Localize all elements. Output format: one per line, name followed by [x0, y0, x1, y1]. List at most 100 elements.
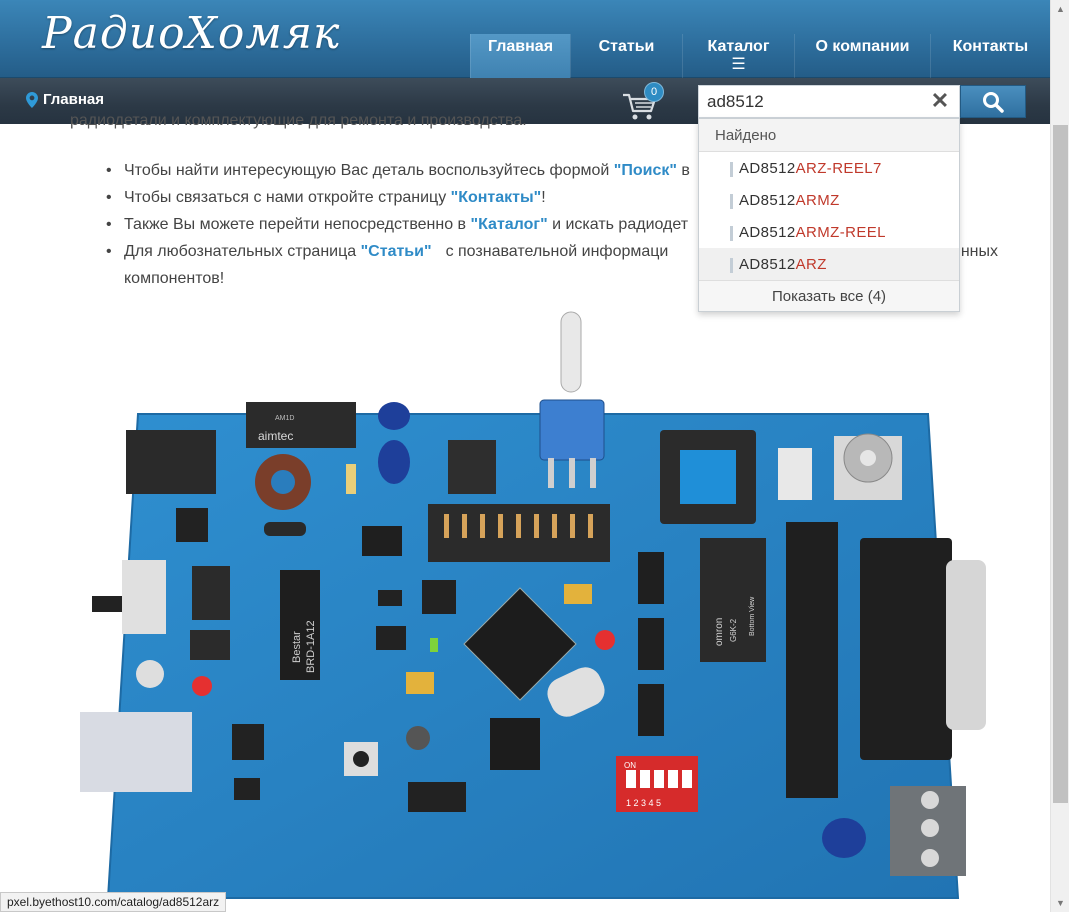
vertical-scrollbar[interactable]: ▲ ▼	[1050, 0, 1069, 912]
capacitor	[378, 402, 410, 430]
soic-chip	[192, 566, 230, 620]
aimtec-label: aimtec	[258, 429, 293, 443]
match-rest: ARZ	[795, 256, 827, 273]
scroll-up-arrow-icon[interactable]: ▲	[1051, 0, 1069, 18]
transistor	[176, 508, 208, 542]
list-text: и искать радиодет	[547, 216, 689, 233]
capacitor	[822, 818, 866, 858]
nav-item-about[interactable]: О компании	[794, 34, 930, 78]
rj-connector	[80, 712, 192, 792]
aimtec-sub-label: AM1D	[275, 415, 294, 422]
match-prefix: AD8512	[739, 160, 796, 177]
item-marker	[730, 194, 733, 209]
smd-chip	[378, 590, 402, 606]
suggestion-item[interactable]: AD8512ARZ	[699, 248, 959, 280]
toggle-switch	[539, 399, 605, 461]
contacts-link[interactable]: "Контакты"	[451, 189, 542, 206]
cart-button[interactable]: 0	[622, 82, 666, 120]
list-text: в	[676, 162, 690, 179]
led-red	[595, 630, 615, 650]
smd-chip	[422, 580, 456, 614]
resistor	[346, 464, 356, 494]
nav-item-articles[interactable]: Статьи	[570, 34, 682, 78]
nav-item-contacts[interactable]: Контакты	[930, 34, 1050, 78]
trimmer	[136, 660, 164, 688]
nav-label: О компании	[815, 38, 910, 55]
bottom-view-label: Bottom View	[749, 596, 756, 636]
show-all-button[interactable]: Показать все (4)	[699, 280, 959, 311]
omron-label: omron	[714, 618, 725, 646]
match-prefix: AD8512	[739, 192, 796, 209]
suggestion-item[interactable]: AD8512ARMZ	[699, 184, 959, 216]
search-button[interactable]	[960, 85, 1026, 118]
catalog-link[interactable]: "Каталог"	[471, 216, 548, 233]
match-prefix: AD8512	[739, 256, 796, 273]
search-link[interactable]: "Поиск"	[614, 162, 677, 179]
dc-jack	[126, 430, 216, 494]
scroll-down-arrow-icon[interactable]: ▼	[1051, 894, 1069, 912]
main-nav: Главная Статьи Каталог ☰ О компании Конта…	[470, 34, 1050, 78]
match-rest: ARZ-REEL7	[795, 160, 882, 177]
nav-label: Контакты	[952, 38, 1029, 55]
soic-chip	[638, 552, 664, 604]
search-icon	[983, 91, 1004, 113]
smd-chip	[362, 526, 402, 556]
list-text: с познавательной информаци	[445, 243, 669, 260]
search-suggestions: Найдено AD8512ARZ-REEL7 AD8512ARMZ AD851…	[698, 118, 960, 312]
list-text: нных	[960, 243, 998, 260]
match-rest: ARMZ	[795, 192, 840, 209]
location-pin-icon	[26, 91, 38, 108]
match-prefix: AD8512	[739, 224, 796, 241]
intro-text: радиодетали и комплектующие для ремонта …	[70, 112, 527, 129]
toggle-lever	[560, 311, 582, 393]
status-bar-url: pxel.byethost10.com/catalog/ad8512arz	[0, 892, 227, 912]
cart-count-badge: 0	[644, 82, 664, 102]
match-rest: ARMZ-REEL	[795, 224, 886, 241]
smd-chip	[376, 626, 406, 650]
jumper-header	[408, 782, 466, 812]
list-text: Также Вы можете перейти непосредственно …	[124, 216, 471, 233]
dip-number-label: 1 2 3 4 5	[626, 798, 661, 808]
site-logo[interactable]: РадиоХомяк	[42, 8, 339, 66]
pin-header	[786, 522, 838, 798]
suggestions-header: Найдено	[699, 119, 959, 152]
smd-chip	[232, 724, 264, 760]
scroll-thumb[interactable]	[1053, 125, 1068, 803]
list-text: Для любознательных страница	[124, 243, 361, 260]
item-marker	[730, 162, 733, 177]
diode	[264, 522, 306, 536]
soic-chip	[190, 630, 230, 660]
brd-label: BRD-1A12	[305, 620, 317, 673]
qfn-chip	[490, 718, 540, 770]
capacitor	[378, 440, 410, 484]
led-green	[430, 638, 438, 652]
nav-item-catalog[interactable]: Каталог ☰	[682, 34, 794, 78]
led-red	[192, 676, 212, 696]
pcb-illustration: aimtec AM1D Bestar BRD-1A12 omron G6K-2 …	[80, 311, 986, 899]
tantalum-cap	[406, 672, 434, 694]
soic-chip	[638, 684, 664, 736]
buzzer	[406, 726, 430, 750]
bestar-label: Bestar	[291, 631, 303, 663]
dip-on-label: ON	[624, 761, 636, 770]
item-marker	[730, 226, 733, 241]
suggestion-item[interactable]: AD8512ARMZ-REEL	[699, 216, 959, 248]
oscillator	[778, 448, 812, 500]
nav-item-home[interactable]: Главная	[470, 34, 570, 78]
menu-icon[interactable]: ☰	[731, 54, 745, 74]
list-text: Чтобы найти интересующую Вас деталь восп…	[124, 162, 614, 179]
omron-relay	[700, 538, 766, 662]
site-header: РадиоХомяк Главная Статьи Каталог ☰ О ком…	[0, 0, 1050, 78]
smd-chip	[234, 778, 260, 800]
dip-socket	[448, 440, 496, 494]
articles-link[interactable]: "Статьи"	[361, 238, 432, 265]
search-clear-icon[interactable]: ✕	[928, 88, 952, 114]
list-text: Чтобы связаться с нами откройте страницу	[124, 189, 451, 206]
slide-switch	[122, 560, 166, 634]
breadcrumb-home[interactable]: Главная	[43, 91, 104, 108]
soic-chip	[638, 618, 664, 670]
search-input[interactable]	[698, 85, 960, 118]
item-marker	[730, 258, 733, 273]
tantalum-cap	[564, 584, 592, 604]
suggestion-item[interactable]: AD8512ARZ-REEL7	[699, 152, 959, 184]
